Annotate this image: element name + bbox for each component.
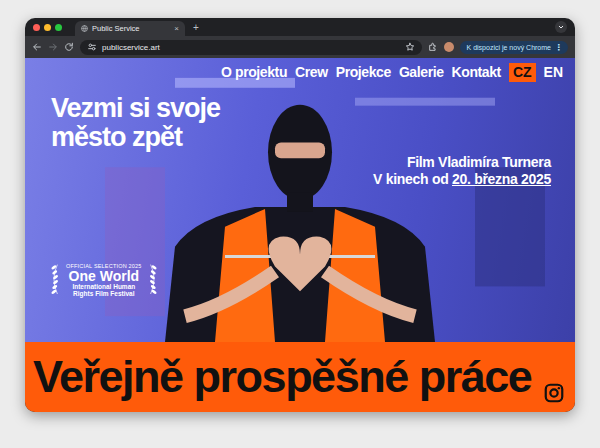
- zoom-button[interactable]: [55, 24, 62, 31]
- window-controls: [33, 24, 62, 31]
- menu-button[interactable]: ⋮: [555, 43, 563, 52]
- headline-line: Vezmi si svoje: [51, 94, 220, 123]
- title-banner: Veřejně prospěšné práce: [25, 342, 575, 412]
- tab-search-button[interactable]: [555, 21, 567, 33]
- page-content: O projektu Crew Projekce Galerie Kontakt CZEN…: [25, 58, 575, 412]
- forward-arrow-icon[interactable]: [48, 42, 58, 52]
- film-credit: Film Vladimíra TurneraV kinech od 20. bř…: [373, 154, 567, 188]
- tab-label: Public Service: [92, 24, 170, 33]
- update-chrome-button[interactable]: K dispozici je nový Chrome ⋮: [460, 41, 568, 54]
- minimize-button[interactable]: [44, 24, 51, 31]
- language-switcher: CZEN: [509, 63, 567, 82]
- main-nav: O projektu Crew Projekce Galerie Kontakt CZEN: [33, 63, 567, 82]
- film-title: Veřejně prospěšné práce: [33, 353, 537, 400]
- close-button[interactable]: [33, 24, 40, 31]
- chevron-down-icon: [557, 23, 565, 31]
- director-credit: Film Vladimíra Turnera: [373, 154, 551, 171]
- new-tab-button[interactable]: +: [190, 22, 202, 33]
- nav-link[interactable]: Kontakt: [452, 64, 501, 81]
- headline-line: město zpět: [51, 123, 220, 152]
- language-option[interactable]: CZ: [509, 63, 536, 82]
- hero-section: O projektu Crew Projekce Galerie Kontakt CZEN…: [25, 58, 575, 342]
- festival-laurel: OFFICIAL SELECTION 2025One WorldInternat…: [49, 260, 159, 300]
- headline: Vezmi si svojeměsto zpět: [33, 94, 220, 152]
- laurel-text: OFFICIAL SELECTION 2025One WorldInternat…: [66, 263, 142, 298]
- festival-subtitle: Rights Film Festival: [73, 290, 134, 297]
- globe-icon: [81, 25, 88, 32]
- browser-tab[interactable]: Public Service ×: [75, 21, 185, 36]
- festival-name: One World: [69, 269, 140, 284]
- instagram-icon[interactable]: [543, 382, 565, 404]
- site-info-icon[interactable]: [87, 42, 97, 52]
- address-bar[interactable]: publicservice.art: [80, 40, 422, 55]
- release-date-link[interactable]: 20. března 2025: [452, 171, 551, 187]
- laurel-right-icon: [145, 260, 159, 300]
- star-icon[interactable]: [405, 42, 415, 52]
- update-label: K dispozici je nový Chrome: [467, 44, 551, 51]
- extensions-icon[interactable]: [428, 42, 438, 52]
- tab-close-button[interactable]: ×: [174, 24, 179, 33]
- release-info: V kinech od 20. března 2025: [373, 171, 551, 188]
- nav-link[interactable]: Crew: [295, 64, 328, 81]
- hero-text-row: Vezmi si svojeměsto zpět Film Vladimíra T…: [33, 94, 567, 188]
- profile-avatar[interactable]: [444, 42, 454, 52]
- laurel-left-icon: [49, 260, 63, 300]
- nav-link[interactable]: O projektu: [221, 64, 287, 81]
- url-text[interactable]: publicservice.art: [102, 43, 400, 52]
- release-prefix: V kinech od: [373, 171, 452, 187]
- title-bar: Public Service × +: [25, 18, 575, 36]
- browser-window: Public Service × + publicservice.art K dispo…: [25, 18, 575, 412]
- festival-subtitle: International Human: [72, 283, 135, 290]
- reload-icon[interactable]: [64, 42, 74, 52]
- nav-link[interactable]: Projekce: [336, 64, 391, 81]
- language-option[interactable]: EN: [540, 63, 567, 82]
- back-arrow-icon[interactable]: [32, 42, 42, 52]
- toolbar: publicservice.art K dispozici je nový Chr…: [25, 36, 575, 58]
- nav-link[interactable]: Galerie: [399, 64, 444, 81]
